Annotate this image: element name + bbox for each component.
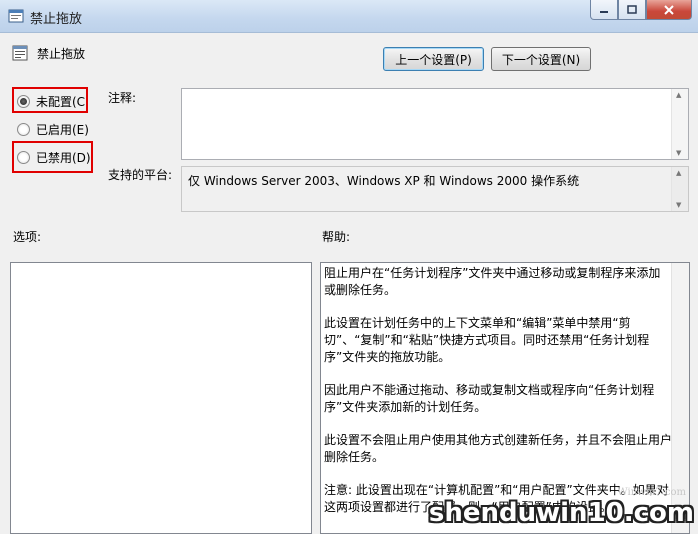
supported-on-value: 仅 Windows Server 2003、Windows XP 和 Windo…	[188, 174, 580, 188]
help-paragraph: 此设置不会阻止用户使用其他方式创建新任务，并且不会阻止用户删除任务。	[324, 433, 673, 464]
radio-button-icon	[17, 95, 30, 108]
setting-icon	[12, 45, 28, 61]
policy-icon	[8, 9, 24, 23]
scroll-down-icon[interactable]: ▼	[676, 149, 681, 157]
next-setting-button[interactable]: 下一个设置(N)	[491, 47, 591, 71]
radio-not-configured[interactable]: 未配置(C	[17, 93, 85, 110]
help-paragraph: 因此用户不能通过拖动、移动或复制文档或程序向“任务计划程序”文件夹添加新的计划任…	[324, 383, 655, 414]
radio-button-icon	[17, 151, 30, 164]
watermark-sub: Winwin7.com	[617, 487, 686, 498]
close-icon	[664, 4, 674, 15]
radio-disabled[interactable]: 已禁用(D)	[17, 149, 91, 166]
supported-on-field: 仅 Windows Server 2003、Windows XP 和 Windo…	[181, 166, 689, 212]
radio-label: 已启用(E)	[36, 123, 89, 137]
scroll-up-icon[interactable]: ▲	[676, 91, 681, 99]
options-pane	[10, 262, 312, 534]
maximize-icon	[627, 4, 637, 14]
help-paragraph: 此设置在计划任务中的上下文菜单和“编辑”菜单中禁用“剪切”、“复制”和“粘贴”快…	[324, 316, 650, 364]
scroll-down-icon[interactable]: ▼	[676, 201, 681, 209]
radio-label: 未配置(C	[36, 95, 86, 109]
minimize-icon	[600, 10, 608, 13]
supported-on-label: 支持的平台:	[108, 168, 173, 182]
radio-label: 已禁用(D)	[36, 151, 91, 165]
options-label: 选项:	[13, 230, 42, 244]
comment-label: 注释:	[108, 91, 137, 105]
window-title: 禁止拖放	[30, 12, 83, 27]
close-button[interactable]	[646, 0, 692, 20]
help-paragraph: 阻止用户在“任务计划程序”文件夹中通过移动或复制程序来添加或删除任务。	[324, 266, 661, 297]
scroll-up-icon[interactable]: ▲	[676, 169, 681, 177]
radio-enabled[interactable]: 已启用(E)	[17, 121, 89, 138]
window-controls	[590, 0, 692, 20]
previous-setting-button[interactable]: 上一个设置(P)	[383, 47, 484, 71]
comment-scrollbar[interactable]: ▲ ▼	[671, 89, 688, 159]
radio-button-icon	[17, 123, 30, 136]
comment-textarea[interactable]: ▲ ▼	[181, 88, 689, 160]
minimize-button[interactable]	[590, 0, 618, 20]
help-label: 帮助:	[322, 230, 351, 244]
watermark: shenduwin10.com	[428, 498, 694, 528]
policy-title: 禁止拖放	[37, 47, 86, 61]
title-bar: 禁止拖放	[0, 0, 698, 33]
platform-scrollbar[interactable]: ▲ ▼	[671, 167, 688, 211]
maximize-button[interactable]	[618, 0, 646, 20]
